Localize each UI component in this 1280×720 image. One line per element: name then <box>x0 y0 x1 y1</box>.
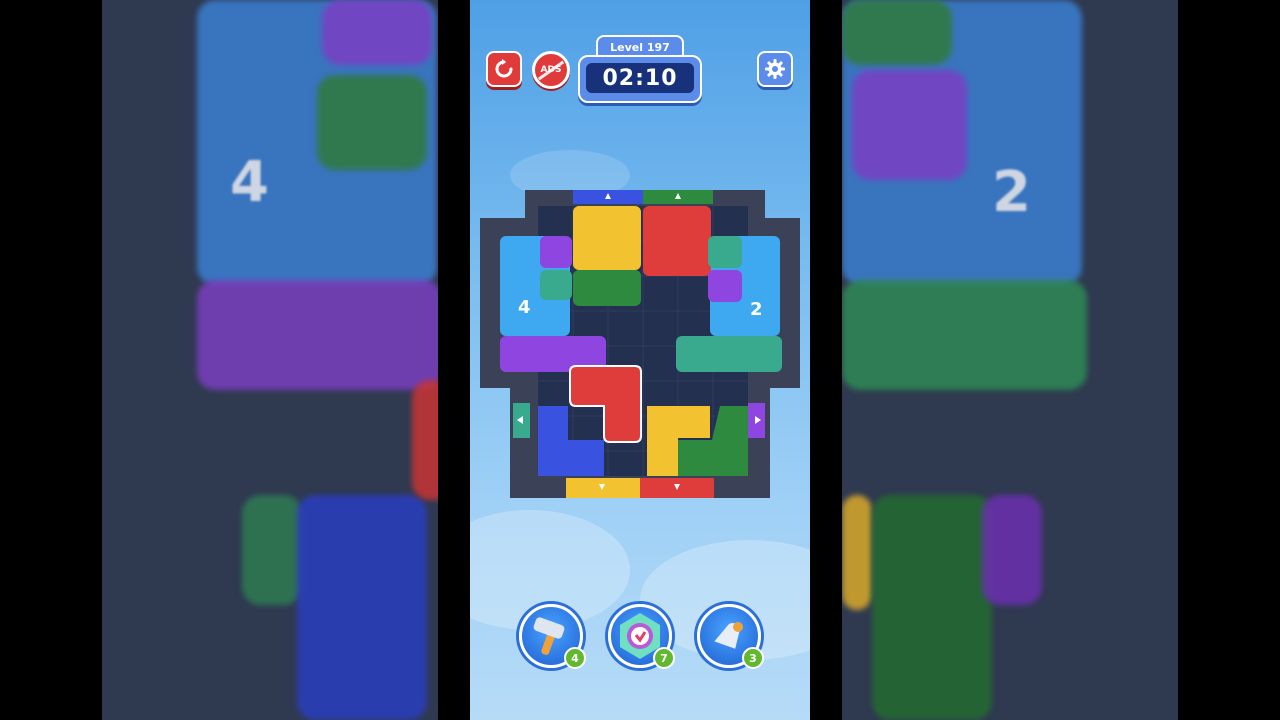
bg-red-block <box>412 380 438 500</box>
block-green[interactable] <box>573 270 641 306</box>
background-right-panel: 2 <box>842 0 1178 720</box>
bg-green-block <box>317 75 427 170</box>
bell-powerup-button[interactable]: 3 <box>697 604 764 669</box>
hammer-powerup-button[interactable]: 4 <box>519 604 586 669</box>
right-counter: 2 <box>750 299 763 320</box>
clock-count: 7 <box>653 647 675 669</box>
bg-purple-bar <box>197 280 438 390</box>
settings-button[interactable] <box>757 51 793 87</box>
bg-right-number: 2 <box>992 160 1031 225</box>
bg-left-number: 4 <box>230 150 269 215</box>
restart-button[interactable] <box>486 51 522 87</box>
bg-teal-arrow-slot <box>242 495 302 605</box>
left-counter: 4 <box>518 297 531 318</box>
powerup-bar: 4 7 3 <box>470 600 810 680</box>
block-teal-small[interactable] <box>540 270 572 300</box>
block-purple-small[interactable] <box>540 236 572 268</box>
block-teal-bar[interactable] <box>676 336 782 372</box>
timer-value: 02:10 <box>586 63 694 93</box>
block-teal-small-right[interactable] <box>708 236 742 268</box>
block-purple-small-right[interactable] <box>708 270 742 302</box>
level-label: Level 197 <box>596 35 684 57</box>
hammer-count: 4 <box>564 647 586 669</box>
clock-powerup-button[interactable]: 7 <box>608 604 675 669</box>
remove-ads-button[interactable]: ADS <box>532 51 570 89</box>
bg-purple-block <box>852 70 967 180</box>
bg-green-block <box>842 0 952 65</box>
timer-panel: 02:10 <box>578 55 702 103</box>
puzzle-board: 4 2 <box>480 190 800 498</box>
bg-blue-block <box>297 495 427 720</box>
game-screen: ADS Level 197 02:10 <box>470 0 810 720</box>
block-yellow[interactable] <box>573 206 641 270</box>
bg-yellow-block <box>842 495 872 610</box>
block-red[interactable] <box>643 206 711 276</box>
bell-count: 3 <box>742 647 764 669</box>
bg-green-bar <box>842 280 1087 390</box>
restart-icon <box>495 59 513 78</box>
bg-purple-block <box>322 0 432 65</box>
bg-purple-arrow-slot <box>982 495 1042 605</box>
bg-green-block-lower <box>872 495 992 720</box>
gear-icon <box>765 59 785 79</box>
background-left-panel: 4 <box>102 0 438 720</box>
